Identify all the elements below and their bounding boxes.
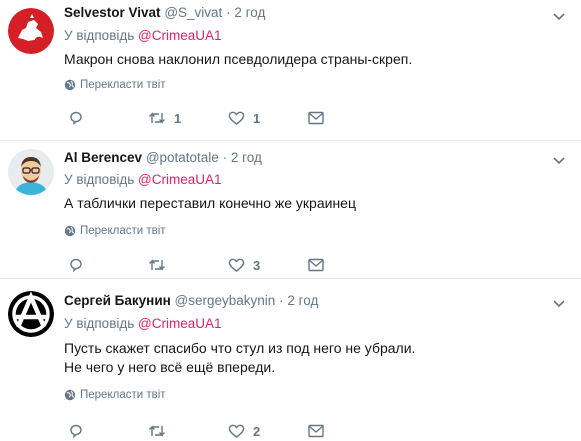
like-count: 3 [253, 257, 261, 273]
knight-coat-of-arms-icon [8, 8, 54, 54]
tweet-actions: 2 [64, 421, 344, 441]
chevron-down-icon[interactable] [552, 9, 566, 23]
chevron-down-icon[interactable] [552, 153, 566, 167]
timestamp[interactable]: 2 год [231, 150, 262, 165]
translate-tweet-link[interactable]: Перекласти твіт [64, 79, 166, 91]
reply-mention-link[interactable]: @CrimeaUA1 [138, 28, 221, 43]
tweet-header: Al Berencev @potatotale · 2 год [64, 150, 262, 165]
translate-tweet-link[interactable]: Перекласти твіт [64, 389, 166, 401]
tweet[interactable]: Selvestor Vivat @S_vivat · 2 год У відпо… [0, 0, 581, 140]
direct-message-button[interactable] [308, 108, 324, 128]
separator-dot: · [222, 150, 228, 165]
anarchy-symbol-icon [8, 291, 54, 337]
reply-context: У відповідь @CrimeaUA1 [64, 172, 222, 187]
timestamp[interactable]: 2 год [287, 293, 318, 308]
tweet[interactable]: Al Berencev @potatotale · 2 год У відпов… [0, 140, 581, 278]
divider [0, 278, 581, 279]
user-handle[interactable]: @sergeybakynin [175, 293, 276, 308]
reply-context: У відповідь @CrimeaUA1 [64, 316, 222, 331]
tweet-actions: 3 [64, 255, 344, 275]
tweet-header: Selvestor Vivat @S_vivat · 2 год [64, 5, 265, 20]
cartoon-man-icon [8, 149, 54, 195]
reply-icon [70, 258, 82, 273]
envelope-icon [308, 111, 324, 125]
translate-label: Перекласти твіт [80, 225, 166, 237]
reply-prefix: У відповідь [64, 28, 135, 43]
like-button[interactable]: 1 [228, 108, 260, 128]
like-button[interactable]: 3 [228, 255, 260, 275]
like-button[interactable]: 2 [228, 421, 260, 441]
translate-label: Перекласти твіт [80, 79, 166, 91]
reply-icon [70, 111, 82, 126]
heart-icon [228, 424, 245, 438]
tweet[interactable]: Сергей Бакунин @sergeybakynin · 2 год У … [0, 278, 581, 440]
tweet-header: Сергей Бакунин @sergeybakynin · 2 год [64, 293, 318, 308]
separator-dot: · [279, 293, 284, 308]
avatar[interactable] [8, 291, 54, 337]
tweet-text: А таблички переставил конечно же украине… [64, 195, 356, 211]
direct-message-button[interactable] [308, 421, 324, 441]
reply-button[interactable] [68, 421, 92, 441]
translate-tweet-link[interactable]: Перекласти твіт [64, 225, 166, 237]
retweet-button[interactable] [148, 421, 174, 441]
reply-button[interactable] [68, 255, 92, 275]
reply-mention-link[interactable]: @CrimeaUA1 [138, 316, 221, 331]
reply-icon [70, 424, 82, 439]
tweet-text: Пусть скажет спасибо что стул из под нег… [64, 340, 416, 375]
reply-button[interactable] [68, 108, 92, 128]
user-name[interactable]: Al Berencev [64, 150, 142, 165]
retweet-icon [149, 112, 165, 124]
translate-label: Перекласти твіт [80, 389, 166, 401]
retweet-icon [149, 425, 165, 437]
heart-icon [228, 111, 245, 125]
retweet-icon [149, 259, 165, 271]
retweet-button[interactable] [148, 255, 174, 275]
user-handle[interactable]: @S_vivat [164, 5, 222, 20]
direct-message-button[interactable] [308, 255, 324, 275]
reply-prefix: У відповідь [64, 316, 135, 331]
globe-icon [64, 79, 76, 91]
avatar[interactable] [8, 149, 54, 195]
tweet-actions: 1 1 [64, 108, 344, 128]
globe-icon [64, 225, 76, 237]
retweet-count: 1 [174, 110, 182, 126]
tweet-text: Макрон снова наклонил псевдолидера стран… [64, 51, 413, 67]
reply-prefix: У відповідь [64, 172, 135, 187]
envelope-icon [308, 424, 324, 438]
envelope-icon [308, 258, 324, 272]
chevron-down-icon[interactable] [552, 296, 566, 310]
user-name[interactable]: Сергей Бакунин [64, 293, 171, 308]
like-count: 1 [253, 110, 261, 126]
like-count: 2 [253, 423, 261, 439]
retweet-button[interactable]: 1 [148, 108, 181, 128]
reply-context: У відповідь @CrimeaUA1 [64, 28, 222, 43]
separator-dot: · [226, 5, 231, 20]
timestamp[interactable]: 2 год [234, 5, 265, 20]
divider [0, 140, 581, 141]
globe-icon [64, 389, 76, 401]
user-name[interactable]: Selvestor Vivat [64, 5, 161, 20]
user-handle[interactable]: @potatotale [146, 150, 219, 165]
avatar[interactable] [8, 8, 54, 54]
reply-mention-link[interactable]: @CrimeaUA1 [138, 172, 221, 187]
heart-icon [228, 258, 245, 272]
